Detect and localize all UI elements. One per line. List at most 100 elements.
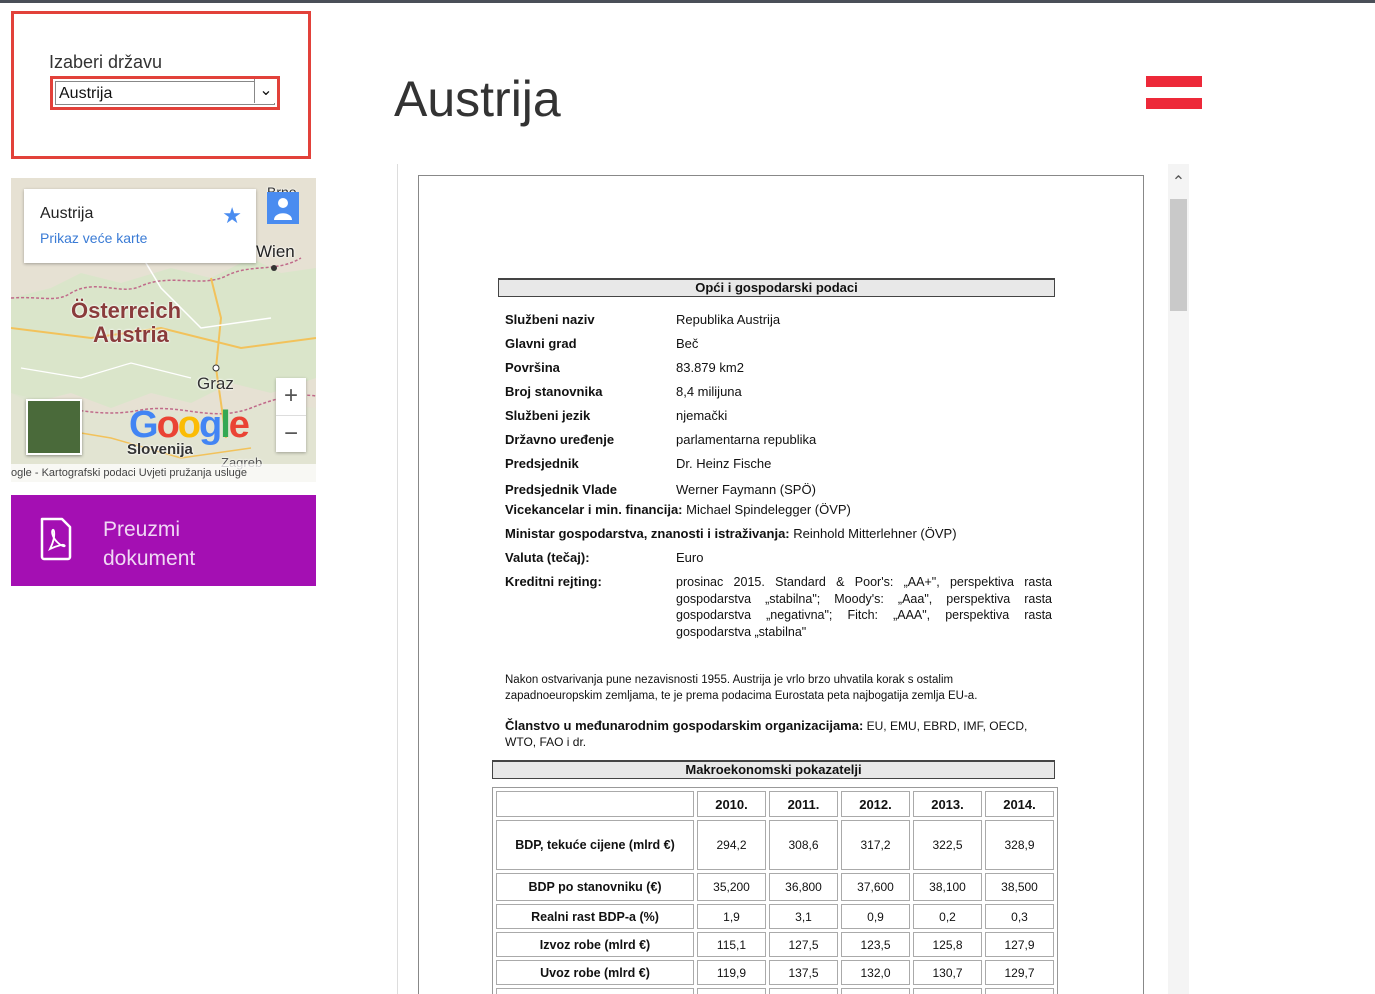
table-cell: 38,100: [913, 873, 982, 901]
download-label-line1: Preuzmi: [103, 518, 181, 541]
table-corner-cell: [496, 791, 694, 817]
info-key: Službeni naziv: [505, 312, 595, 327]
zoom-control: + −: [276, 378, 306, 452]
larger-map-link[interactable]: Prikaz veće karte: [40, 230, 147, 246]
info-value: Beč: [676, 336, 699, 351]
info-value: Werner Faymann (SPÖ): [676, 482, 816, 497]
year-header: 2013.: [913, 791, 982, 817]
membership-key: Članstvo u međunarodnim gospodarskim org…: [505, 718, 864, 733]
table-cell: 123,5: [841, 932, 910, 957]
street-view-pegman-icon[interactable]: [267, 192, 299, 224]
table-cell: 294,2: [697, 820, 766, 870]
map-label-wien: Wien: [256, 242, 295, 261]
table-cell: 3, 6: [769, 988, 838, 994]
star-icon[interactable]: ★: [222, 203, 242, 229]
valuta-value: Euro: [676, 550, 704, 565]
country-selector-label: Izaberi državu: [49, 52, 163, 72]
country-select[interactable]: Austrija ⌄: [50, 76, 280, 110]
membership-paragraph: Članstvo u međunarodnim gospodarskim org…: [505, 718, 1053, 750]
map-card-title: Austrija: [40, 205, 94, 222]
info-key: Broj stanovnika: [505, 384, 603, 399]
info-value: parlamentarna republika: [676, 432, 817, 447]
document-scrollbar[interactable]: ⌃: [1168, 164, 1189, 994]
table-cell: 38,500: [985, 873, 1054, 901]
info-value: 8,4 milijuna: [676, 384, 742, 399]
table-cell: 127,9: [985, 932, 1054, 957]
chevron-up-icon[interactable]: ⌃: [1168, 172, 1189, 192]
info-key: Glavni grad: [505, 336, 577, 351]
table-cell: 125,8: [913, 932, 982, 957]
satellite-view-toggle[interactable]: [26, 399, 82, 455]
scroll-thumb[interactable]: [1170, 199, 1187, 311]
table-cell: 308,6: [769, 820, 838, 870]
zoom-out-button[interactable]: −: [276, 416, 306, 453]
table-header-row: 2010. 2011. 2012. 2013. 2014.: [496, 791, 1054, 817]
year-header: 2014.: [985, 791, 1054, 817]
pdf-file-icon: [40, 517, 72, 561]
row-label: Uvoz robe (mlrd €): [496, 960, 694, 985]
table-cell: 129,7: [985, 960, 1054, 985]
row-label: BDP po stanovniku (€): [496, 873, 694, 901]
independence-paragraph: Nakon ostvarivanja pune nezavisnosti 195…: [505, 674, 978, 702]
table-row: Izvoz robe (mlrd €) 115,1 127,5 123,5 125,8 1…: [496, 932, 1054, 957]
flag-stripe-top: [1146, 76, 1202, 87]
google-logo: Google: [129, 404, 250, 446]
flag-stripe-middle: [1146, 87, 1202, 98]
info-value: 83.879 km2: [676, 360, 744, 375]
document-page: Opći i gospodarski podaci Službeni naziv…: [418, 175, 1144, 994]
map-label-country-de: Österreich: [71, 298, 182, 323]
table-cell: 1,9: [697, 904, 766, 929]
vicekancelar-key: Vicekancelar i min. financija:: [505, 502, 683, 517]
table-cell: 2,6: [841, 988, 910, 994]
document-viewer[interactable]: Opći i gospodarski podaci Službeni naziv…: [397, 164, 1189, 994]
row-label: Realni rast BDP-a (%): [496, 904, 694, 929]
section-header-macro: Makroekonomski pokazatelji: [492, 760, 1055, 779]
map-widget[interactable]: Brno Wien Österreich Austria Graz Sloven…: [11, 178, 316, 482]
table-cell: 1,7: [697, 988, 766, 994]
info-key: Službeni jezik: [505, 408, 591, 423]
row-label: Izvoz robe (mlrd €): [496, 932, 694, 957]
table-cell: 328,9: [985, 820, 1054, 870]
table-cell: 132,0: [841, 960, 910, 985]
page-title: Austrija: [394, 71, 561, 127]
info-key: Državno uređenje: [505, 432, 615, 447]
table-cell: 36,800: [769, 873, 838, 901]
table-cell: 1,5: [985, 988, 1054, 994]
table-cell: 0,2: [913, 904, 982, 929]
info-value: njemački: [676, 408, 728, 423]
year-header: 2010.: [697, 791, 766, 817]
ministar-value: Reinhold Mitterlehner (ÖVP): [789, 526, 957, 541]
country-select-value[interactable]: Austrija: [55, 81, 275, 105]
info-key: Površina: [505, 360, 560, 375]
table-cell: 115,1: [697, 932, 766, 957]
table-cell: 322,5: [913, 820, 982, 870]
table-row: Realni rast BDP-a (%) 1,9 3,1 0,9 0,2 0,3: [496, 904, 1054, 929]
vicekancelar-line: Vicekancelar i min. financija: Michael S…: [505, 502, 851, 517]
rating-key: Kreditni rejting:: [505, 574, 602, 589]
top-border: [0, 0, 1375, 3]
table-cell: 35,200: [697, 873, 766, 901]
table-cell: 137,5: [769, 960, 838, 985]
info-value: Dr. Heinz Fische: [676, 456, 772, 471]
zoom-in-button[interactable]: +: [276, 378, 306, 416]
year-header: 2011.: [769, 791, 838, 817]
row-label: BDP, tekuće cijene (mlrd €): [496, 820, 694, 870]
table-row: BDP po stanovniku (€) 35,200 36,800 37,600 3…: [496, 873, 1054, 901]
info-key: Predsjednik: [505, 456, 579, 471]
map-label-graz: Graz: [197, 374, 234, 393]
table-cell: 130,7: [913, 960, 982, 985]
download-document-button[interactable]: Preuzmi dokument: [11, 495, 316, 586]
year-header: 2012.: [841, 791, 910, 817]
table-row: Uvoz robe (mlrd €) 119,9 137,5 132,0 130,7 12…: [496, 960, 1054, 985]
map-label-country-en: Austria: [93, 322, 169, 347]
chevron-down-icon[interactable]: ⌄: [254, 79, 277, 103]
section-header-general: Opći i gospodarski podaci: [498, 278, 1055, 297]
table-cell: 37,600: [841, 873, 910, 901]
map-attribution[interactable]: ogle - Kartografski podaci Uvjeti pružan…: [11, 464, 316, 482]
flag-stripe-bottom: [1146, 98, 1202, 109]
ministar-key: Ministar gospodarstva, znanosti i istraž…: [505, 526, 790, 541]
map-info-card: Austrija Prikaz veće karte ★: [24, 189, 256, 263]
download-label-line2: dokument: [103, 547, 196, 570]
table-cell: 3,1: [769, 904, 838, 929]
vicekancelar-value: Michael Spindelegger (ÖVP): [682, 502, 851, 517]
